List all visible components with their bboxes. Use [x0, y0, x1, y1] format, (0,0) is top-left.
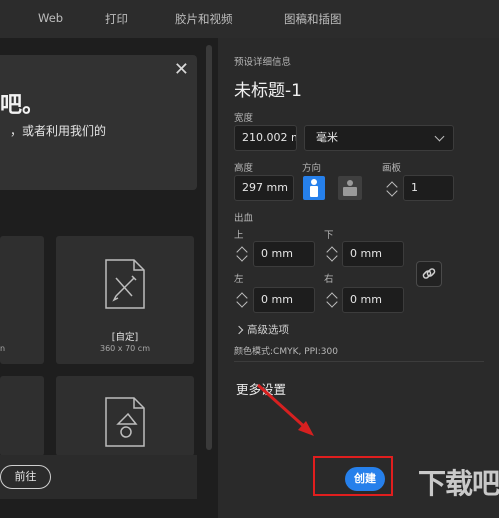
watermark: 下载吧 — [418, 467, 499, 500]
annotation-arrow-icon — [256, 383, 314, 436]
